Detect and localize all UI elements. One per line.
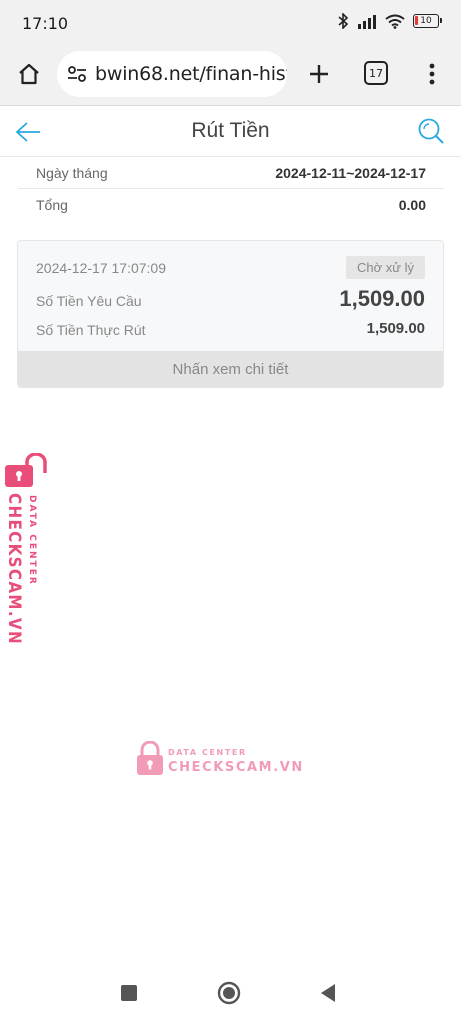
url-text[interactable]: bwin68.net/finan-history — [95, 63, 287, 85]
address-bar[interactable]: bwin68.net/finan-history — [57, 51, 287, 97]
wifi-icon — [385, 14, 405, 29]
watermark-center-sub: DATA CENTER — [168, 748, 247, 757]
record-timestamp: 2024-12-17 17:07:09 — [36, 260, 166, 276]
view-details-button[interactable]: Nhấn xem chi tiết — [18, 351, 443, 387]
system-nav-bar — [0, 965, 461, 1024]
search-icon — [418, 118, 444, 144]
status-icons: 10 — [338, 13, 442, 29]
battery-icon: 10 — [413, 14, 442, 28]
requested-amount-value: 1,509.00 — [339, 286, 425, 311]
more-vert-icon — [429, 63, 435, 85]
recents-button[interactable] — [118, 982, 140, 1004]
watermark-center-main: CHECKSCAM.VN — [168, 760, 304, 775]
lock-logo-icon — [5, 453, 47, 487]
requested-amount-label: Số Tiền Yêu Cầu — [36, 293, 142, 309]
actual-amount-value: 1,509.00 — [366, 320, 425, 337]
page-title: Rút Tiền — [191, 119, 270, 142]
watermark-text-main: CHECKSCAM.VN — [4, 493, 24, 645]
circle-home-icon — [217, 981, 241, 1005]
actual-amount-label: Số Tiền Thực Rút — [36, 322, 146, 338]
status-bar: 17:10 10 — [0, 0, 461, 46]
home-nav-button[interactable] — [216, 980, 242, 1006]
home-button[interactable] — [14, 59, 44, 89]
date-range-row[interactable]: Ngày tháng 2024-12-11~2024-12-17 — [18, 157, 444, 189]
status-badge: Chờ xử lý — [346, 256, 425, 279]
search-button[interactable] — [417, 117, 445, 145]
lock-logo-icon-faded — [137, 741, 163, 775]
total-row: Tổng 0.00 — [18, 189, 444, 221]
tab-count: 17 — [369, 66, 383, 80]
bluetooth-icon — [338, 13, 349, 29]
back-nav-button[interactable] — [317, 982, 339, 1004]
watermark-vertical: CHECKSCAM.VN DATA CENTER — [3, 453, 53, 653]
browser-toolbar: bwin68.net/finan-history 17 — [0, 46, 461, 106]
browser-menu-button[interactable] — [421, 59, 443, 89]
withdrawal-record-card: 2024-12-17 17:07:09 Chờ xử lý Số Tiền Yê… — [17, 240, 444, 388]
plus-icon — [310, 65, 328, 83]
watermark-horizontal: DATA CENTER CHECKSCAM.VN — [135, 741, 302, 781]
watermark-text-sub: DATA CENTER — [27, 495, 37, 586]
home-icon — [19, 63, 39, 85]
date-range-value[interactable]: 2024-12-11~2024-12-17 — [275, 165, 426, 181]
signal-icon — [358, 14, 376, 29]
total-label: Tổng — [36, 197, 68, 213]
tab-switcher-button[interactable]: 17 — [364, 61, 388, 85]
page-header: Rút Tiền — [0, 107, 461, 157]
date-range-label: Ngày tháng — [36, 164, 108, 181]
square-icon — [121, 985, 137, 1001]
total-value: 0.00 — [398, 197, 426, 213]
clock: 17:10 — [22, 14, 69, 33]
triangle-back-icon — [321, 984, 335, 1002]
site-settings-icon[interactable] — [66, 63, 88, 85]
new-tab-button[interactable] — [304, 59, 334, 89]
battery-level: 10 — [420, 16, 432, 26]
